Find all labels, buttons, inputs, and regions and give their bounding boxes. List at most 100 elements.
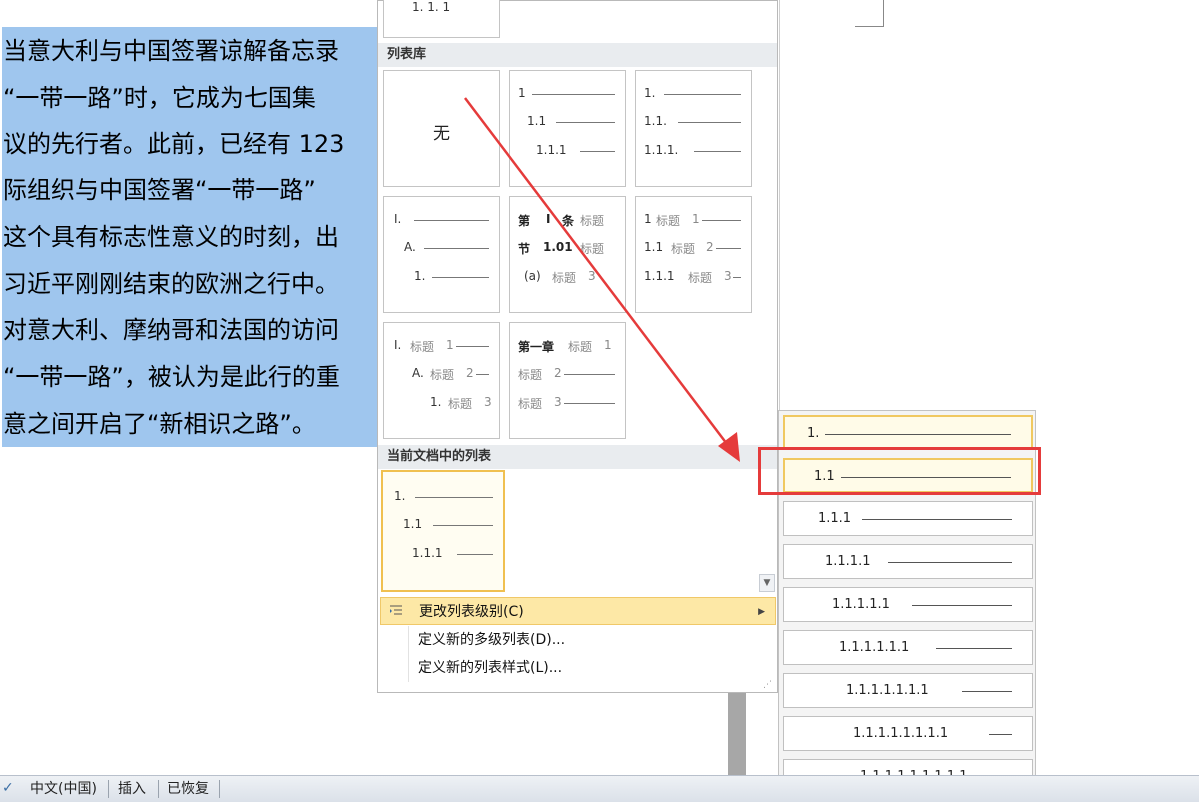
level-label: 1.	[807, 426, 820, 441]
thumb-label: 2	[466, 366, 474, 380]
level-item-3[interactable]: 1.1.1	[783, 501, 1033, 536]
menu-item-label: 定义新的多级列表(D)...	[418, 632, 566, 648]
document-line[interactable]: “一带一路”，被认为是此行的重	[3, 357, 379, 397]
thumb-label: 1.1	[644, 240, 664, 254]
thumb-label: 标题	[568, 340, 593, 354]
thumb-label: 1.	[414, 269, 426, 283]
annotation-red-box	[758, 447, 1041, 495]
list-style-current-document[interactable]: 1. 1.1 1.1.1	[381, 470, 505, 592]
level-label: 1.1.1.1.1.1.1	[846, 683, 929, 698]
level-label: 1.1.1	[818, 511, 852, 526]
list-style-numeric-dotted[interactable]: 1. 1.1. 1.1.1.	[635, 70, 752, 187]
document-line[interactable]: 议的先行者。此前，已经有 123	[3, 124, 379, 164]
status-language[interactable]: 中文(中国)	[30, 776, 97, 802]
thumb-label: A.	[404, 240, 416, 254]
thumb-label: 1.	[394, 489, 406, 503]
document-area[interactable]: 当意大利与中国签署谅解备忘录 “一带一路”时，它成为七国集 议的先行者。此前，已…	[0, 0, 380, 775]
thumb-label: 3	[554, 395, 562, 409]
thumb-label: 标题	[552, 271, 577, 285]
list-style-heading-numeric[interactable]: 1 标题 1 1.1 标题 2 1.1.1 标题 3	[635, 196, 752, 313]
thumb-label: 1.1.1.	[644, 143, 679, 157]
status-bar: ✓ 中文(中国) 插入 已恢复	[0, 775, 1199, 802]
status-recovery: 已恢复	[167, 781, 209, 797]
level-item-1[interactable]: 1.	[783, 415, 1033, 450]
thumb-label: 条	[562, 214, 575, 228]
level-item-7[interactable]: 1.1.1.1.1.1.1	[783, 673, 1033, 708]
thumb-label: 1	[644, 212, 652, 226]
thumb-label: 1.1.	[644, 114, 667, 128]
thumb-label: 第一章	[518, 340, 555, 354]
thumb-label: 1	[446, 338, 454, 352]
section-header-current-lists: 当前文档中的列表	[378, 445, 777, 469]
chevron-down-icon: ▼	[763, 578, 771, 588]
thumb-label: 1.	[430, 395, 442, 409]
thumb-label: 1	[692, 212, 700, 226]
scroll-track-fragment	[728, 690, 746, 775]
list-style-chapter-heading[interactable]: 第一章 标题 1 标题 2 标题 3	[509, 322, 626, 439]
thumb-label: 标题	[671, 242, 696, 256]
level-item-8[interactable]: 1.1.1.1.1.1.1.1	[783, 716, 1033, 751]
section-header-list-library: 列表库	[378, 43, 777, 67]
menu-item-define-multilevel-list[interactable]: 定义新的多级列表(D)...	[380, 626, 776, 654]
menu-item-label: 定义新的列表样式(L)...	[418, 660, 563, 676]
menu-item-define-list-style[interactable]: 定义新的列表样式(L)...	[380, 654, 776, 682]
level-label: 1.1.1.1.1	[832, 597, 890, 612]
thumb-label: 1.1.1	[412, 546, 443, 560]
spell-check-icon[interactable]: ✓	[2, 780, 14, 796]
list-style-numeric[interactable]: 1 1.1 1.1.1	[509, 70, 626, 187]
thumb-label: 标题	[656, 214, 681, 228]
thumb-label: I.	[394, 338, 402, 352]
document-line[interactable]: 际组织与中国签署“一带一路”	[3, 170, 379, 210]
list-style-article-section[interactable]: 第 I 条 标题 节 1.01 标题 (a) 标题 3	[509, 196, 626, 313]
thumb-label: 标题	[580, 242, 605, 256]
list-style-roman[interactable]: I. A. 1.	[383, 196, 500, 313]
thumb-label: 3	[484, 395, 492, 409]
status-insert-mode[interactable]: 插入	[118, 776, 146, 802]
level-label: 1.1.1.1.1.1	[839, 640, 910, 655]
thumb-label: 标题	[688, 271, 713, 285]
resize-grip-icon[interactable]: ⋰	[763, 680, 772, 690]
thumb-label: I	[546, 212, 551, 226]
list-indent-icon	[390, 605, 402, 615]
thumb-label: 标题	[410, 340, 435, 354]
thumb-label: (a)	[524, 269, 541, 283]
scroll-down-button[interactable]: ▼	[759, 574, 775, 592]
thumb-label: 节	[518, 242, 531, 256]
thumb-label: 标题	[580, 214, 605, 228]
thumb-label: 1.1.1	[644, 269, 675, 283]
menu-item-label: 更改列表级别(C)	[419, 604, 524, 620]
thumb-label: A.	[412, 366, 424, 380]
thumb-label: 2	[706, 240, 714, 254]
thumb-label: 3	[724, 269, 732, 283]
level-item-4[interactable]: 1.1.1.1	[783, 544, 1033, 579]
none-label: 无	[433, 124, 450, 144]
document-line[interactable]: 意之间开启了“新相识之路”。	[3, 404, 379, 444]
thumb-label: 1.1	[527, 114, 547, 128]
thumb-label: 标题	[448, 397, 473, 411]
level-label: 1.1.1.1	[825, 554, 871, 569]
document-line[interactable]: 当意大利与中国签署谅解备忘录	[3, 31, 379, 71]
list-style-roman-heading[interactable]: I. 标题 1 A. 标题 2 1. 标题 3	[383, 322, 500, 439]
document-line[interactable]: “一带一路”时，它成为七国集	[3, 78, 379, 118]
list-style-thumb-partial[interactable]: 1. 1. 1	[383, 0, 500, 38]
thumb-label: 标题	[518, 397, 543, 411]
document-line[interactable]: 这个具有标志性意义的时刻，出	[3, 217, 379, 257]
submenu-arrow-icon: ▶	[758, 607, 765, 617]
thumb-label: 1	[604, 338, 612, 352]
list-style-none[interactable]: 无	[383, 70, 500, 187]
document-line[interactable]: 习近平刚刚结束的欧洲之行中。	[3, 264, 379, 304]
page-corner-mark	[855, 0, 884, 27]
multilevel-list-dropdown: 1. 1. 1 列表库 无 1 1.1 1.1.1 1. 1.1. 1.1.1.…	[377, 0, 778, 693]
thumb-label: 1.	[644, 86, 656, 100]
level-item-6[interactable]: 1.1.1.1.1.1	[783, 630, 1033, 665]
thumb-label: I.	[394, 212, 402, 226]
thumb-label: 1.01	[543, 240, 573, 254]
document-line[interactable]: 对意大利、摩纳哥和法国的访问	[3, 310, 379, 350]
thumb-label: 1. 1. 1	[412, 0, 451, 14]
thumb-label: 1.1.1	[536, 143, 567, 157]
thumb-label: 3	[588, 269, 596, 283]
thumb-label: 1	[518, 86, 526, 100]
menu-item-change-list-level[interactable]: 更改列表级别(C) ▶	[380, 597, 776, 625]
thumb-label: 第	[518, 214, 531, 228]
level-item-5[interactable]: 1.1.1.1.1	[783, 587, 1033, 622]
